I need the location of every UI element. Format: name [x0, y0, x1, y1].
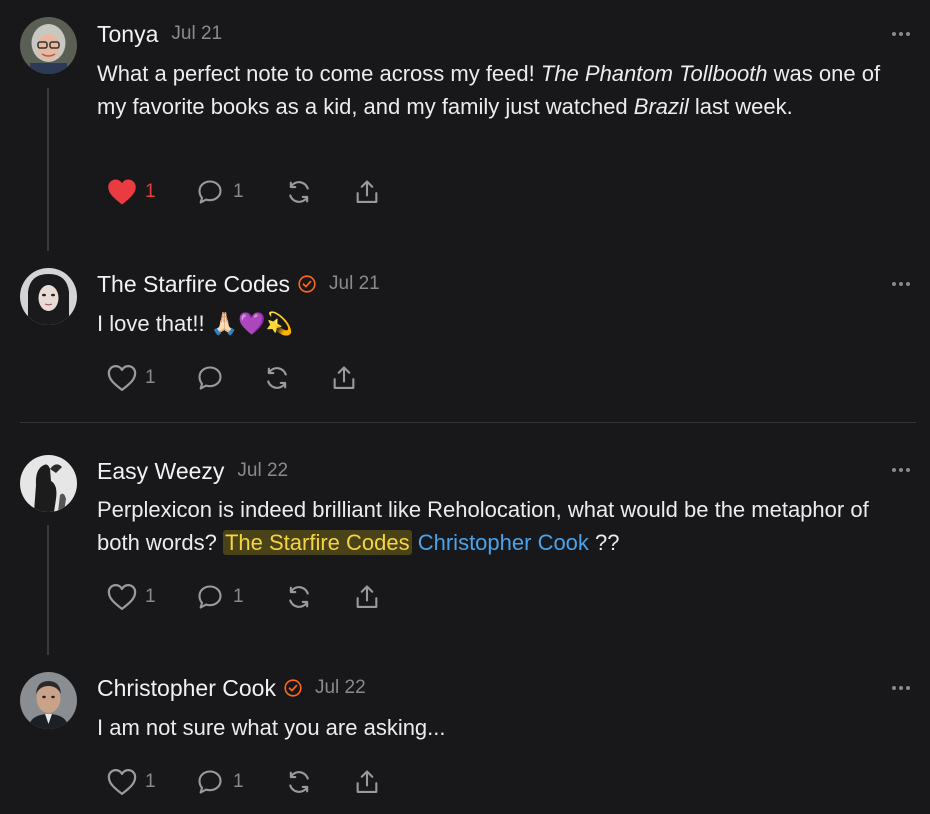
heart-icon [108, 179, 136, 205]
more-options-icon[interactable] [890, 682, 912, 694]
author-name[interactable]: The Starfire Codes [97, 271, 290, 298]
mention-christopher-cook[interactable]: Christopher Cook [418, 530, 589, 555]
film-title: Brazil [633, 94, 689, 119]
heart-icon [107, 365, 137, 391]
share-icon [356, 585, 378, 608]
comment-date[interactable]: Jul 21 [329, 273, 380, 295]
comment-body: I am not sure what you are asking... [97, 715, 446, 740]
like-count: 1 [145, 586, 156, 607]
avatar[interactable] [20, 268, 77, 325]
restack-icon [289, 771, 309, 793]
author-line: The Starfire Codes Jul 21 [97, 269, 380, 299]
share-button[interactable] [352, 582, 382, 612]
comment-date[interactable]: Jul 22 [315, 677, 366, 699]
more-options-icon[interactable] [890, 28, 912, 40]
like-button[interactable]: 1 [107, 177, 156, 207]
share-button[interactable] [352, 767, 382, 797]
more-options-icon[interactable] [890, 464, 912, 476]
comment-easy-weezy: Easy Weezy Jul 22 Perplexicon is indeed … [0, 423, 930, 655]
reply-button[interactable]: 1 [195, 177, 244, 207]
comment-date[interactable]: Jul 22 [237, 460, 288, 482]
comment-date[interactable]: Jul 21 [171, 23, 222, 45]
heart-icon [107, 584, 137, 610]
reply-button[interactable] [195, 363, 225, 393]
verified-badge-icon [284, 679, 302, 697]
text-segment: ?? [588, 530, 620, 555]
avatar[interactable] [20, 17, 77, 74]
reply-count: 1 [233, 586, 244, 607]
author-line: Tonya Jul 21 [97, 19, 222, 49]
thread-line [47, 88, 49, 251]
comment-icon [198, 180, 222, 204]
author-line: Easy Weezy Jul 22 [97, 456, 288, 486]
restack-button[interactable] [262, 363, 292, 393]
reply-button[interactable]: 1 [195, 767, 244, 797]
like-count: 1 [145, 367, 156, 388]
author-name[interactable]: Christopher Cook [97, 675, 276, 702]
book-title: The Phantom Tollbooth [540, 61, 768, 86]
comment-icon [198, 585, 222, 609]
restack-icon [289, 181, 309, 203]
author-name[interactable]: Tonya [97, 21, 158, 48]
share-button[interactable] [352, 177, 382, 207]
mention-starfire-codes[interactable]: The Starfire Codes [222, 530, 412, 555]
like-button[interactable]: 1 [107, 363, 156, 393]
share-icon [356, 770, 378, 793]
comment-body: I love that!! 🙏🏻💜💫 [97, 311, 293, 336]
restack-icon [289, 586, 309, 608]
reply-count: 1 [233, 181, 244, 202]
share-button[interactable] [329, 363, 359, 393]
avatar[interactable] [20, 455, 77, 512]
author-line: Christopher Cook Jul 22 [97, 673, 366, 703]
reply-count: 1 [233, 771, 244, 792]
restack-button[interactable] [284, 582, 314, 612]
restack-button[interactable] [284, 177, 314, 207]
comment-icon [198, 366, 222, 390]
thread-line [47, 525, 49, 655]
like-button[interactable]: 1 [107, 582, 156, 612]
comment-icon [198, 770, 222, 794]
comment-body: Perplexicon is indeed brilliant like Reh… [97, 493, 912, 559]
more-options-icon[interactable] [890, 278, 912, 290]
share-icon [333, 366, 355, 389]
author-name[interactable]: Easy Weezy [97, 458, 224, 485]
text-segment: What a perfect note to come across my fe… [97, 61, 541, 86]
reply-button[interactable]: 1 [195, 582, 244, 612]
verified-badge-icon [298, 275, 316, 293]
like-count: 1 [145, 181, 156, 202]
like-button[interactable]: 1 [107, 767, 156, 797]
restack-button[interactable] [284, 767, 314, 797]
avatar[interactable] [20, 672, 77, 729]
like-count: 1 [145, 771, 156, 792]
heart-icon [107, 769, 137, 795]
comment-body: What a perfect note to come across my fe… [97, 57, 912, 123]
restack-icon [267, 367, 287, 389]
comment-starfire-codes: The Starfire Codes Jul 21 I love that!! … [0, 250, 930, 422]
comment-christopher-cook: Christopher Cook Jul 22 I am not sure wh… [0, 655, 930, 814]
comment-tonya: Tonya Jul 21 What a perfect note to come… [0, 0, 930, 251]
text-segment: last week. [688, 94, 793, 119]
share-icon [356, 180, 378, 203]
